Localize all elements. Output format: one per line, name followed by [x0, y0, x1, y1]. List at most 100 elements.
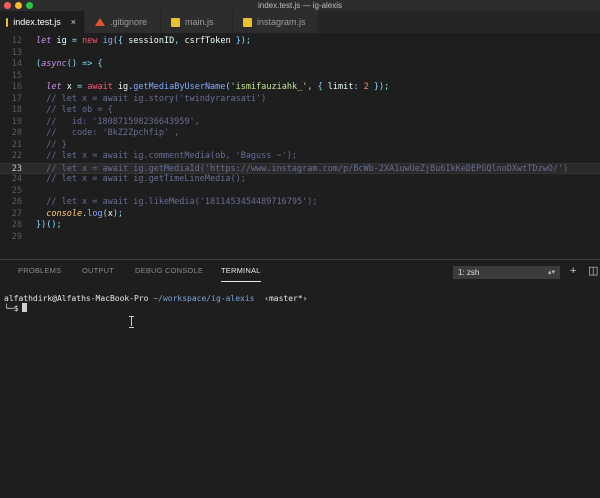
code-token: new: [82, 36, 98, 46]
tab-debug-console[interactable]: DEBUG CONSOLE: [135, 260, 203, 282]
line-number: 21: [11, 139, 22, 150]
code-line[interactable]: 26 // let x = await ig.likeMedia('181145…: [0, 197, 600, 209]
code-text: })();: [36, 220, 62, 232]
editor-tab-bar: index.test.js × .gitignore main.js insta…: [0, 11, 600, 33]
terminal-select[interactable]: 1: zsh ▴▾: [453, 266, 560, 279]
code-token: })();: [36, 220, 62, 230]
line-number: 13: [11, 47, 22, 58]
code-text: // code: 'BkZ2Zpchfip' ,: [36, 128, 179, 140]
code-token: let: [36, 36, 52, 46]
terminal-cursor: [22, 303, 28, 312]
code-line[interactable]: 29: [0, 232, 600, 244]
line-number: 24: [11, 174, 22, 184]
code-line[interactable]: 17 // let x = await ig.story('twindyrara…: [0, 94, 600, 106]
code-editor[interactable]: 12 let ig = new ig({ sessionID, csrfToken…: [0, 33, 600, 259]
code-text: // id: '180871598236643959',: [36, 117, 200, 129]
js-file-icon: [243, 17, 252, 27]
tab-problems[interactable]: PROBLEMS: [18, 260, 61, 282]
code-token: // let ob = {: [36, 105, 113, 115]
code-token: // }: [36, 139, 67, 150]
new-terminal-button[interactable]: +: [570, 265, 576, 277]
tab-terminal[interactable]: TERMINAL: [221, 260, 261, 282]
tab-main-js[interactable]: main.js: [161, 11, 233, 33]
terminal-select-value: 1: zsh: [458, 268, 480, 277]
code-token: // let x = await ig.getTimeLineMedia();: [36, 174, 246, 184]
tab-label: main.js: [185, 17, 214, 27]
code-line[interactable]: 16 let x = await ig.getMediaByUserName('…: [0, 82, 600, 94]
code-text: // let ob = {: [36, 105, 113, 117]
code-line[interactable]: 12 let ig = new ig({ sessionID, csrfToken…: [0, 36, 600, 48]
line-number: 12: [11, 36, 22, 46]
code-token: {: [97, 59, 103, 69]
code-line[interactable]: 25: [0, 186, 600, 198]
code-line[interactable]: 18 // let ob = {: [0, 105, 600, 117]
code-line[interactable]: 15: [0, 71, 600, 83]
mouse-ibeam-cursor-icon: [129, 316, 135, 328]
terminal-path: ~/workspace/ig-alexis: [153, 294, 255, 303]
code-token: });: [235, 36, 252, 46]
bottom-panel: PROBLEMS OUTPUT DEBUG CONSOLE TERMINAL 1…: [0, 259, 600, 498]
code-line[interactable]: 19 // id: '180871598236643959',: [0, 117, 600, 129]
window-title: index.test.js — ig-alexis: [257, 1, 343, 10]
tab-label: .gitignore: [110, 17, 148, 27]
code-line[interactable]: 20 // code: 'BkZ2Zpchfip' ,: [0, 128, 600, 140]
tab-bar-spacer: [319, 11, 600, 33]
tab-output[interactable]: OUTPUT: [82, 260, 114, 282]
code-token: ig: [102, 36, 113, 46]
terminal-git-branch: ‹master*›: [264, 294, 308, 303]
line-number: 17: [11, 93, 22, 104]
line-number: 27: [11, 208, 22, 219]
code-line[interactable]: 14 (async() => {: [0, 59, 600, 71]
code-token: // let x = await ig.getMediaId('https://…: [36, 163, 569, 174]
code-line[interactable]: 28 })();: [0, 220, 600, 232]
git-file-icon: [95, 18, 105, 26]
js-file-icon: [171, 17, 180, 27]
line-number: 15: [11, 70, 22, 81]
code-token: limit: [322, 82, 354, 92]
code-token: ig: [112, 82, 129, 92]
code-line[interactable]: 22 // let x = await ig.commentMedia(ob, …: [0, 151, 600, 163]
code-line[interactable]: 21 // }: [0, 140, 600, 152]
terminal-user-host: alfathdirk@Alfaths-MacBook-Pro: [4, 294, 149, 303]
code-text: // let x = await ig.story('twindyrarasat…: [36, 94, 266, 106]
line-number: 20: [11, 128, 22, 138]
tab-instagram-js[interactable]: instagram.js: [233, 11, 319, 33]
terminal-output[interactable]: alfathdirk@Alfaths-MacBook-Pro ~/workspa…: [0, 290, 600, 490]
code-token: 'ismifauziahk_': [230, 82, 308, 92]
code-text: // let x = await ig.likeMedia('181145345…: [36, 197, 317, 209]
code-token: async: [41, 59, 67, 69]
code-line[interactable]: 24 // let x = await ig.getTimeLineMedia(…: [0, 174, 600, 186]
line-number: 29: [11, 231, 22, 242]
code-token: log: [87, 208, 103, 219]
line-number: 28: [11, 220, 22, 230]
code-line[interactable]: 23 // let x = await ig.getMediaId('https…: [0, 162, 600, 174]
code-token: // code: 'BkZ2Zpchfip' ,: [36, 128, 180, 138]
code-token: x: [61, 82, 77, 92]
tab-label: instagram.js: [257, 17, 306, 27]
code-token: );: [112, 208, 124, 219]
code-text: console.log(x);: [36, 209, 123, 221]
code-line[interactable]: 13: [0, 48, 600, 60]
line-number: 25: [11, 185, 22, 196]
tab-index-test-js[interactable]: index.test.js ×: [0, 11, 85, 33]
tab-gitignore[interactable]: .gitignore: [85, 11, 161, 33]
code-token: getMediaByUserName: [133, 82, 226, 92]
code-token: () =>: [66, 59, 93, 69]
terminal-prompt: ╰─$: [4, 304, 19, 313]
code-text: // let x = await ig.commentMedia(ob, 'Ba…: [36, 151, 297, 163]
code-line[interactable]: 27 console.log(x);: [0, 209, 600, 221]
split-terminal-button[interactable]: ◫: [588, 265, 598, 277]
close-tab-icon[interactable]: ×: [71, 17, 76, 27]
title-bar: index.test.js — ig-alexis: [0, 0, 600, 11]
code-token: // let x = await ig.commentMedia(ob, 'Ba…: [36, 151, 297, 161]
code-token: sessionID: [123, 36, 175, 46]
code-text: let x = await ig.getMediaByUserName('ism…: [36, 82, 389, 94]
code-token: // id: '180871598236643959',: [36, 116, 200, 127]
code-token: csrfToken: [179, 36, 236, 46]
code-text: (async() => {: [36, 59, 103, 71]
panel-tab-bar: PROBLEMS OUTPUT DEBUG CONSOLE TERMINAL 1…: [0, 260, 600, 282]
line-number: 19: [11, 116, 22, 127]
terminal-input-line[interactable]: ╰─$: [4, 303, 28, 313]
code-text: let ig = new ig({ sessionID, csrfToken }…: [36, 36, 251, 48]
